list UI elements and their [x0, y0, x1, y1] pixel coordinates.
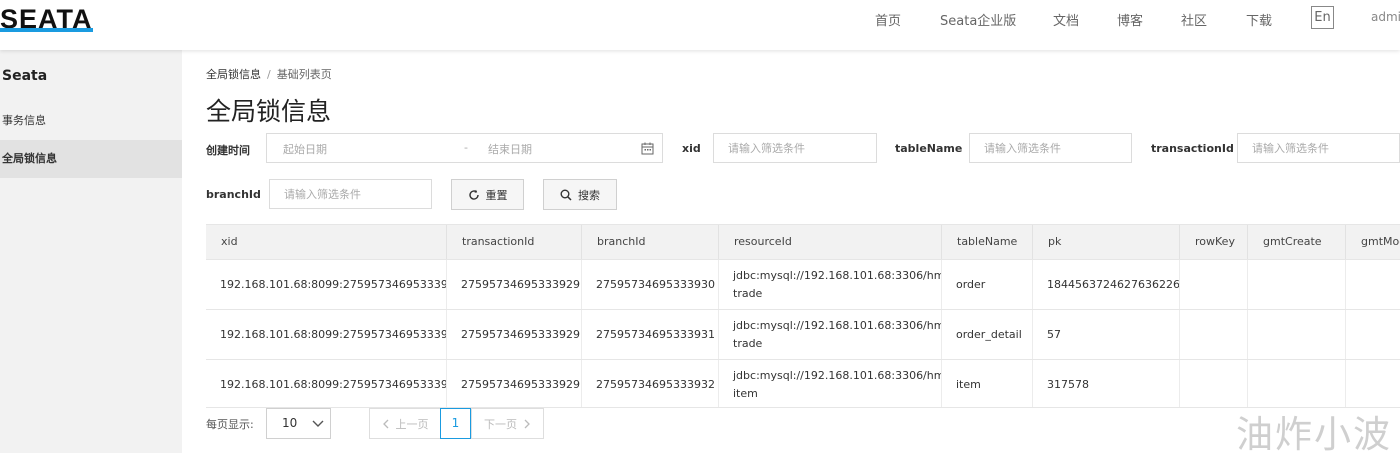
chevron-right-icon: [524, 419, 530, 428]
cell-tableName: order: [942, 260, 1033, 309]
page-size-label: 每页显示:: [206, 418, 254, 431]
cell-transactionId: 27595734695333929: [447, 260, 582, 309]
column-header-pk: pk: [1033, 225, 1180, 259]
next-page-button[interactable]: 下一页: [471, 408, 544, 439]
cell-rowKey: [1180, 360, 1248, 407]
refresh-icon: [468, 189, 479, 200]
cell-resourceId: jdbc:mysql://192.168.101.68:3306/hm-trad…: [719, 310, 942, 359]
cell-pk: 57: [1033, 310, 1180, 359]
cell-branchId: 27595734695333930: [582, 260, 719, 309]
transactionId-label: transactionId: [1151, 142, 1234, 155]
cell-pk: 317578: [1033, 360, 1180, 407]
table-row: 192.168.101.68:8099:27595734695333929 27…: [206, 309, 1400, 359]
transactionId-input[interactable]: [1237, 133, 1400, 163]
sidebar-title: Seata: [2, 68, 48, 84]
tableName-input[interactable]: [969, 133, 1132, 163]
chevron-down-icon: [312, 420, 324, 427]
search-icon: [560, 189, 572, 201]
global-lock-table: xid transactionId branchId resourceId ta…: [206, 224, 1400, 408]
range-separator: -: [464, 141, 468, 154]
cell-gmtCreate: [1248, 360, 1346, 407]
table-row: 192.168.101.68:8099:27595734695333929 27…: [206, 259, 1400, 309]
chevron-left-icon: [382, 419, 388, 428]
tableName-label: tableName: [895, 142, 963, 155]
next-page-label: 下一页: [484, 417, 517, 431]
page-title: 全局锁信息: [206, 97, 332, 126]
cell-branchId: 27595734695333931: [582, 310, 719, 359]
user-name[interactable]: admi: [1371, 10, 1400, 24]
nav-community[interactable]: 社区: [1181, 10, 1207, 29]
page-number-current[interactable]: 1: [440, 408, 471, 439]
cell-resourceId: jdbc:mysql://192.168.101.68:3306/hm-trad…: [719, 260, 942, 309]
sidebar-item-transactions[interactable]: 事务信息: [0, 102, 182, 140]
search-button[interactable]: 搜索: [543, 179, 617, 210]
sidebar-item-global-locks[interactable]: 全局锁信息: [0, 140, 182, 178]
column-header-gmtModified: gmtModifi: [1361, 235, 1400, 248]
table-row: 192.168.101.68:8099:27595734695333929 27…: [206, 359, 1400, 407]
cell-rowKey: [1180, 310, 1248, 359]
column-header-resourceId: resourceId: [719, 225, 942, 259]
reset-button[interactable]: 重置: [451, 179, 524, 210]
sidebar: Seata 事务信息 全局锁信息: [0, 50, 182, 453]
nav-download[interactable]: 下载: [1246, 10, 1272, 29]
seata-logo[interactable]: SEATA: [0, 4, 93, 35]
cell-branchId: 27595734695333932: [582, 360, 719, 407]
breadcrumb: 全局锁信息 / 基础列表页: [206, 68, 332, 81]
cell-rowKey: [1180, 260, 1248, 309]
column-header-transactionId: transactionId: [447, 225, 582, 259]
top-header: SEATA 首页 Seata企业版 文档 博客 社区 下载 En admi: [0, 0, 1400, 50]
cell-xid: 192.168.101.68:8099:27595734695333929: [206, 310, 447, 359]
cell-resourceId: jdbc:mysql://192.168.101.68:3306/hm-item: [719, 360, 942, 407]
calendar-icon[interactable]: [641, 142, 654, 155]
cell-gmtModified: [1346, 360, 1400, 407]
start-date-input[interactable]: 起始日期: [283, 141, 327, 157]
cell-gmtCreate: [1248, 260, 1346, 309]
cell-xid: 192.168.101.68:8099:27595734695333929: [206, 260, 447, 309]
cell-transactionId: 27595734695333929: [447, 310, 582, 359]
nav-docs[interactable]: 文档: [1053, 10, 1079, 29]
branchId-label: branchId: [206, 188, 261, 201]
cell-xid: 192.168.101.68:8099:27595734695333929: [206, 360, 447, 407]
reset-label: 重置: [485, 188, 508, 202]
table-header: xid transactionId branchId resourceId ta…: [206, 225, 1400, 259]
nav-blog[interactable]: 博客: [1117, 10, 1143, 29]
prev-page-button[interactable]: 上一页: [369, 408, 441, 439]
nav-home[interactable]: 首页: [875, 10, 901, 29]
cell-gmtCreate: [1248, 310, 1346, 359]
breadcrumb-current: 基础列表页: [276, 68, 332, 81]
cell-gmtModified: [1346, 310, 1400, 359]
column-header-tableName: tableName: [942, 225, 1033, 259]
cell-pk: 1844563724627636226: [1033, 260, 1180, 309]
breadcrumb-item[interactable]: 全局锁信息: [206, 68, 261, 81]
column-header-xid: xid: [206, 225, 447, 259]
cell-gmtModified: [1346, 260, 1400, 309]
column-header-branchId: branchId: [582, 225, 719, 259]
cell-tableName: order_detail: [942, 310, 1033, 359]
watermark: 油炸小波: [1236, 413, 1392, 456]
xid-input[interactable]: [713, 133, 877, 163]
column-header-gmtCreate: gmtCreate: [1248, 225, 1346, 259]
search-label: 搜索: [578, 188, 600, 202]
end-date-input[interactable]: 结束日期: [488, 141, 532, 157]
created-time-label: 创建时间: [206, 144, 250, 157]
date-range-picker[interactable]: 起始日期 - 结束日期: [266, 133, 663, 163]
column-header-rowKey: rowKey: [1180, 225, 1248, 259]
language-switch[interactable]: En: [1311, 6, 1334, 29]
cell-transactionId: 27595734695333929: [447, 360, 582, 407]
page-size-value: 10: [282, 416, 298, 430]
page-size-select[interactable]: 10: [266, 408, 331, 439]
nav-enterprise[interactable]: Seata企业版: [940, 10, 1016, 29]
prev-page-label: 上一页: [395, 417, 429, 431]
cell-tableName: item: [942, 360, 1033, 407]
xid-label: xid: [682, 142, 701, 155]
branchId-input[interactable]: [269, 179, 432, 209]
